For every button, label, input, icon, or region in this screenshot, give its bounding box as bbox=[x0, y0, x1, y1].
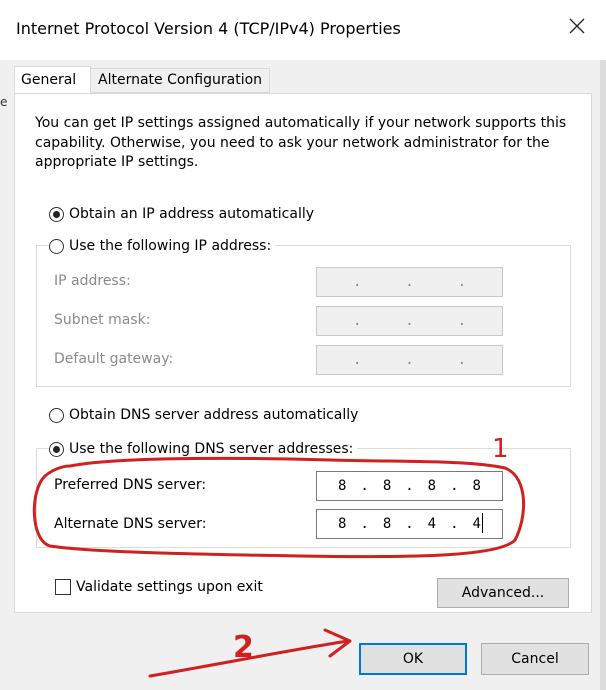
ip-address-field[interactable]: . . . bbox=[316, 267, 503, 297]
octet-separator: . bbox=[352, 313, 362, 329]
validate-settings-checkbox[interactable]: Validate settings upon exit bbox=[55, 577, 263, 597]
octet-separator: . bbox=[405, 478, 414, 494]
octet-separator: . bbox=[457, 313, 467, 329]
default-gateway-label: Default gateway: bbox=[54, 351, 174, 367]
octet-separator: . bbox=[360, 516, 369, 532]
dns-octet: 8 bbox=[472, 478, 481, 494]
octet-separator: . bbox=[450, 516, 459, 532]
dns-octet: 4 bbox=[472, 516, 481, 532]
octet-separator: . bbox=[405, 313, 414, 329]
checkbox[interactable] bbox=[55, 579, 71, 595]
radio-label: Obtain an IP address automatically bbox=[69, 206, 315, 222]
radio-use-following-dns[interactable]: Use the following DNS server addresses: bbox=[49, 439, 358, 459]
radio-button[interactable] bbox=[49, 407, 64, 423]
window-title: Internet Protocol Version 4 (TCP/IPv4) P… bbox=[16, 19, 401, 38]
radio-label: Use the following IP address: bbox=[69, 238, 272, 254]
preferred-dns-label: Preferred DNS server: bbox=[54, 477, 207, 493]
description-text: You can get IP settings assigned automat… bbox=[35, 115, 567, 170]
background-window-text: e bbox=[0, 95, 8, 109]
tab-alternate-configuration[interactable]: Alternate Configuration bbox=[91, 68, 271, 93]
octet-separator: . bbox=[405, 274, 414, 290]
subnet-mask-label: Subnet mask: bbox=[54, 312, 151, 328]
close-icon[interactable] bbox=[566, 15, 588, 37]
octet-separator: . bbox=[457, 352, 467, 368]
alternate-dns-field[interactable]: 8 . 8 . 4 . 4 bbox=[316, 509, 503, 539]
octet-separator: . bbox=[360, 478, 369, 494]
advanced-button[interactable]: Advanced... bbox=[437, 578, 569, 608]
radio-obtain-ip-auto[interactable]: Obtain an IP address automatically bbox=[49, 204, 314, 224]
octet-separator: . bbox=[405, 516, 414, 532]
ip-address-label: IP address: bbox=[54, 273, 131, 289]
cancel-button[interactable]: Cancel bbox=[481, 643, 589, 675]
dns-octet: 8 bbox=[382, 516, 392, 532]
dns-octet: 4 bbox=[427, 516, 437, 532]
radio-button[interactable] bbox=[49, 238, 64, 254]
preferred-dns-field[interactable]: 8 . 8 . 8 . 8 bbox=[316, 471, 503, 501]
subnet-mask-field[interactable]: . . . bbox=[316, 306, 503, 336]
dns-octet: 8 bbox=[427, 478, 437, 494]
radio-button-selected[interactable] bbox=[49, 441, 64, 457]
tab-general[interactable]: General bbox=[14, 66, 91, 93]
radio-label: Use the following DNS server addresses: bbox=[69, 441, 354, 457]
octet-separator: . bbox=[450, 478, 459, 494]
radio-obtain-dns-auto[interactable]: Obtain DNS server address automatically bbox=[49, 405, 358, 425]
alternate-dns-label: Alternate DNS server: bbox=[54, 516, 207, 532]
radio-label: Obtain DNS server address automatically bbox=[69, 407, 359, 423]
default-gateway-field[interactable]: . . . bbox=[316, 345, 503, 375]
text-cursor bbox=[482, 513, 483, 533]
dns-octet: 8 bbox=[337, 516, 347, 532]
dns-octet: 8 bbox=[382, 478, 392, 494]
radio-button-selected[interactable] bbox=[49, 206, 64, 222]
dns-octet: 8 bbox=[337, 478, 347, 494]
checkbox-label: Validate settings upon exit bbox=[76, 579, 263, 595]
octet-separator: . bbox=[457, 274, 467, 290]
octet-separator: . bbox=[405, 352, 414, 368]
annotation-arrow bbox=[148, 628, 352, 678]
octet-separator: . bbox=[352, 274, 362, 290]
radio-use-following-ip[interactable]: Use the following IP address: bbox=[49, 236, 276, 256]
ok-button[interactable]: OK bbox=[359, 643, 467, 675]
octet-separator: . bbox=[352, 352, 362, 368]
annotation-label-2: 2 bbox=[233, 630, 254, 665]
background-window-edge bbox=[600, 60, 606, 690]
